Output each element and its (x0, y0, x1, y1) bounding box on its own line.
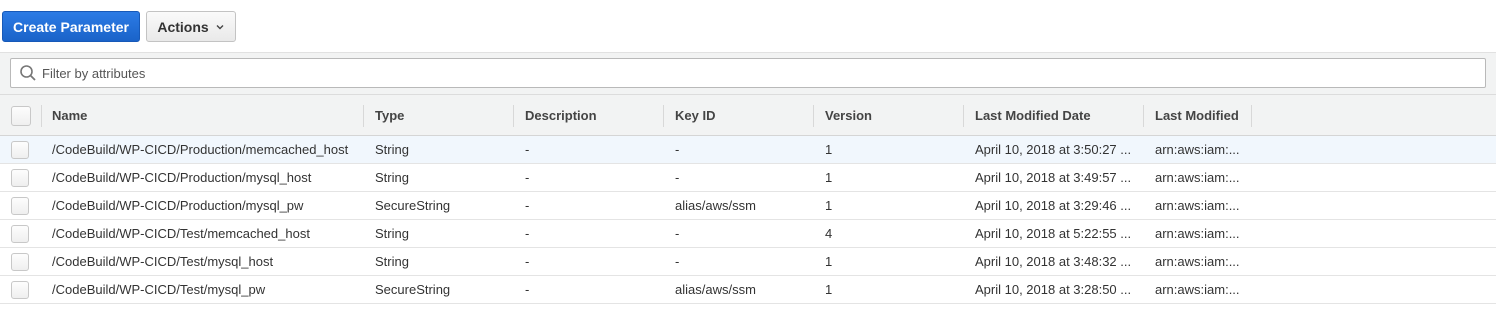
table-row[interactable]: /CodeBuild/WP-CICD/Test/mysql_host String… (0, 248, 1496, 276)
cell-name: /CodeBuild/WP-CICD/Test/memcached_host (52, 226, 310, 241)
cell-type: SecureString (375, 282, 451, 297)
cell-description: - (525, 198, 530, 213)
cell-version: 1 (825, 282, 833, 297)
search-icon (20, 65, 36, 81)
checkbox-cell (0, 164, 41, 191)
cell-type: String (375, 226, 409, 241)
table-header: Name Type Description Key ID Version Las… (0, 94, 1496, 136)
checkbox-cell (0, 276, 41, 303)
cell-key-id: alias/aws/ssm (675, 198, 756, 213)
cell-name: /CodeBuild/WP-CICD/Production/mysql_pw (52, 198, 304, 213)
create-parameter-button[interactable]: Create Parameter (2, 11, 140, 42)
column-header-version[interactable]: Version (814, 95, 964, 136)
cell-description: - (525, 282, 530, 297)
row-checkbox[interactable] (11, 168, 29, 187)
cell-type: String (375, 170, 409, 185)
cell-type: String (375, 254, 409, 269)
cell-last-modified: arn:aws:iam:... (1155, 226, 1240, 241)
actions-label: Actions (157, 18, 209, 35)
table-row[interactable]: /CodeBuild/WP-CICD/Production/mysql_host… (0, 164, 1496, 192)
filter-bar (0, 52, 1496, 94)
cell-type: String (375, 142, 409, 157)
cell-name: /CodeBuild/WP-CICD/Test/mysql_host (52, 254, 274, 269)
filter-box[interactable] (10, 58, 1486, 88)
cell-last-modified: arn:aws:iam:... (1155, 198, 1240, 213)
cell-description: - (525, 142, 530, 157)
cell-version: 4 (825, 226, 833, 241)
cell-name: /CodeBuild/WP-CICD/Production/mysql_host (52, 170, 312, 185)
column-header-last-modified[interactable]: Last Modified (1144, 95, 1252, 136)
row-checkbox[interactable] (11, 224, 29, 243)
select-all-checkbox[interactable] (11, 106, 31, 126)
checkbox-cell (0, 248, 41, 275)
cell-last-modified-date: April 10, 2018 at 3:50:27 ... (975, 142, 1132, 157)
cell-key-id: - (675, 254, 680, 269)
cell-last-modified-date: April 10, 2018 at 3:28:50 ... (975, 282, 1132, 297)
actions-dropdown-button[interactable]: Actions (146, 11, 236, 42)
cell-last-modified: arn:aws:iam:... (1155, 142, 1240, 157)
column-header-key-id[interactable]: Key ID (664, 95, 814, 136)
cell-key-id: - (675, 170, 680, 185)
table-row[interactable]: /CodeBuild/WP-CICD/Production/mysql_pw Se… (0, 192, 1496, 220)
checkbox-cell (0, 136, 41, 163)
cell-last-modified-date: April 10, 2018 at 3:49:57 ... (975, 170, 1132, 185)
cell-name: /CodeBuild/WP-CICD/Test/mysql_pw (52, 282, 266, 297)
chevron-down-icon (216, 24, 224, 29)
toolbar: Create Parameter Actions (0, 0, 1496, 52)
column-header-last-modified-date[interactable]: Last Modified Date (964, 95, 1144, 136)
cell-name: /CodeBuild/WP-CICD/Production/memcached_… (52, 142, 349, 157)
filter-input[interactable] (42, 60, 1485, 86)
parameters-table: Name Type Description Key ID Version Las… (0, 94, 1496, 304)
column-header-name[interactable]: Name (41, 95, 364, 136)
cell-last-modified-date: April 10, 2018 at 3:48:32 ... (975, 254, 1132, 269)
cell-version: 1 (825, 170, 833, 185)
table-body: /CodeBuild/WP-CICD/Production/memcached_… (0, 136, 1496, 304)
cell-last-modified: arn:aws:iam:... (1155, 254, 1240, 269)
checkbox-cell (0, 192, 41, 219)
cell-key-id: - (675, 142, 680, 157)
cell-version: 1 (825, 142, 833, 157)
row-checkbox[interactable] (11, 252, 29, 271)
table-row[interactable]: /CodeBuild/WP-CICD/Test/mysql_pw SecureSt… (0, 276, 1496, 304)
cell-version: 1 (825, 198, 833, 213)
checkbox-cell (0, 220, 41, 247)
cell-key-id: - (675, 226, 680, 241)
cell-key-id: alias/aws/ssm (675, 282, 756, 297)
table-row[interactable]: /CodeBuild/WP-CICD/Test/memcached_host St… (0, 220, 1496, 248)
row-checkbox[interactable] (11, 140, 29, 159)
cell-description: - (525, 226, 530, 241)
cell-description: - (525, 254, 530, 269)
cell-last-modified-date: April 10, 2018 at 3:29:46 ... (975, 198, 1132, 213)
cell-last-modified: arn:aws:iam:... (1155, 282, 1240, 297)
column-header-type[interactable]: Type (364, 95, 514, 136)
cell-last-modified: arn:aws:iam:... (1155, 170, 1240, 185)
create-parameter-label: Create Parameter (13, 18, 129, 35)
row-checkbox[interactable] (11, 280, 29, 299)
cell-type: SecureString (375, 198, 451, 213)
column-header-description[interactable]: Description (514, 95, 664, 136)
cell-last-modified-date: April 10, 2018 at 5:22:55 ... (975, 226, 1132, 241)
table-row[interactable]: /CodeBuild/WP-CICD/Production/memcached_… (0, 136, 1496, 164)
cell-version: 1 (825, 254, 833, 269)
cell-description: - (525, 170, 530, 185)
row-checkbox[interactable] (11, 196, 29, 215)
